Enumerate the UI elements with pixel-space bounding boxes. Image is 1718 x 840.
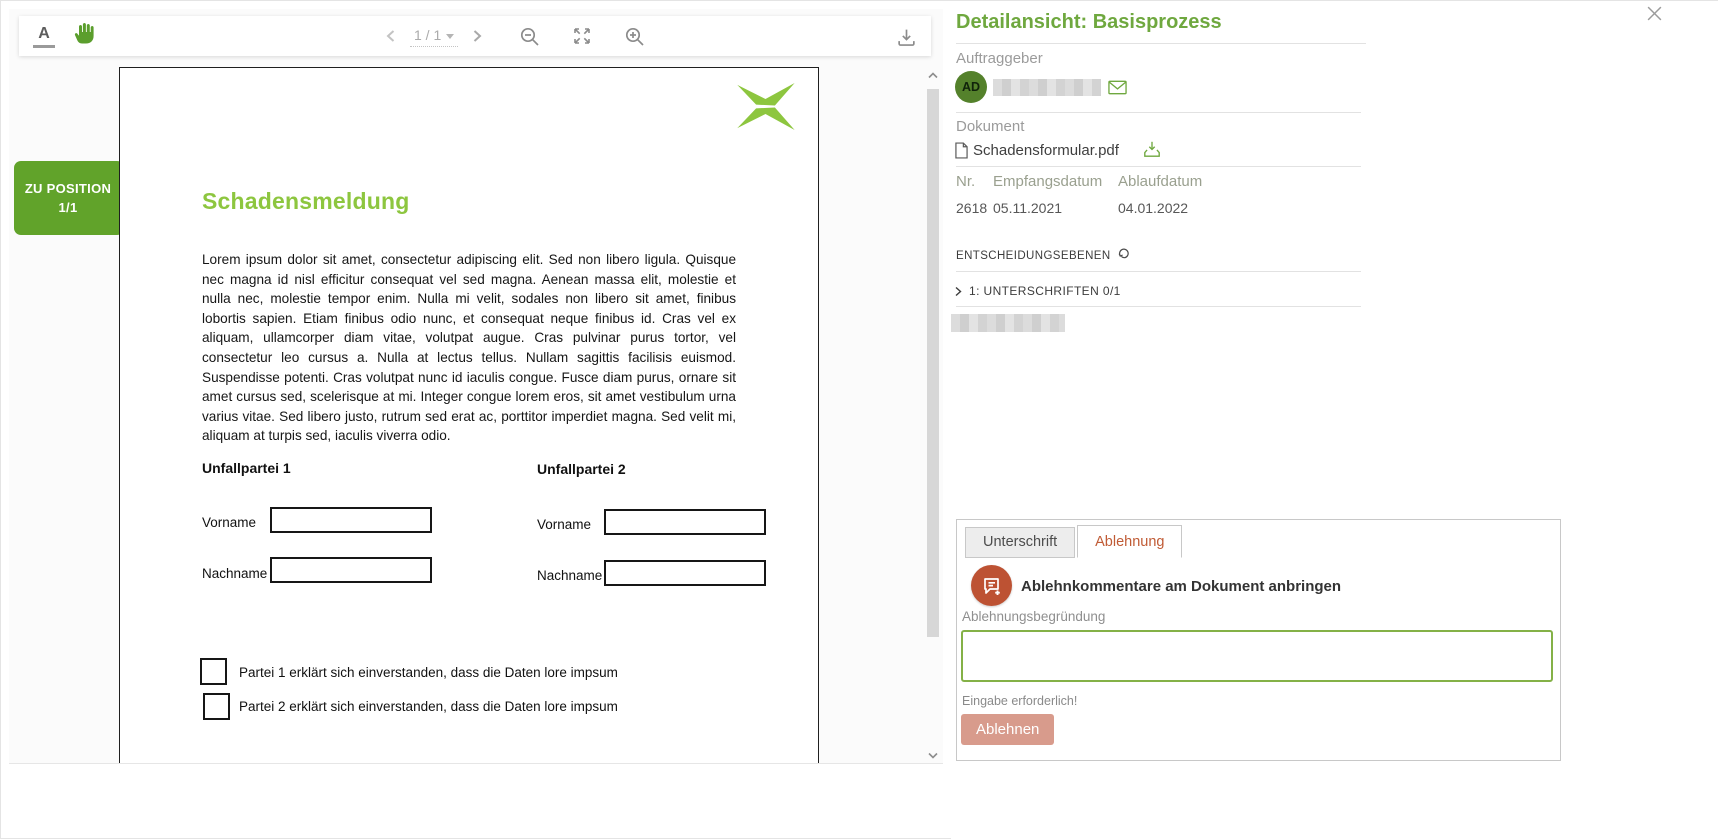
party1-heading: Unfallpartei 1 <box>202 460 291 476</box>
page-dropdown-caret-icon <box>446 34 454 39</box>
download-document-button[interactable] <box>895 26 917 48</box>
download-icon <box>896 27 917 48</box>
redacted-client-name <box>993 79 1101 96</box>
document-file-name: Schadensformular.pdf <box>973 142 1119 159</box>
scrollbar-thumb[interactable] <box>927 89 939 637</box>
scroll-down-button[interactable] <box>925 747 941 763</box>
document-body-text: Lorem ipsum dolor sit amet, consectetur … <box>202 250 736 446</box>
meta-value-expiry: 04.01.2022 <box>1118 200 1188 216</box>
divider <box>956 166 1361 167</box>
zoom-in-icon <box>624 26 645 47</box>
tab-strip: Unterschrift Ablehnung <box>965 525 1182 558</box>
text-tool-icon: A <box>38 25 50 43</box>
page-number-control[interactable]: 1 / 1 <box>410 25 458 47</box>
hand-icon <box>72 22 96 51</box>
app-window: A 1 / 1 <box>0 0 1718 839</box>
envelope-icon <box>1108 80 1127 95</box>
page-number-value: 1 / 1 <box>414 27 441 43</box>
tab-rejection[interactable]: Ablehnung <box>1077 525 1182 558</box>
expand-icon <box>572 26 592 46</box>
zoom-out-icon <box>519 26 540 47</box>
meta-header-expiry: Ablaufdatum <box>1118 173 1202 190</box>
viewer-toolbar: A 1 / 1 <box>19 16 931 56</box>
document-page: Schadensmeldung Lorem ipsum dolor sit am… <box>119 67 819 764</box>
avatar: AD <box>955 71 987 103</box>
panel-title: Detailansicht: Basisprozess <box>956 11 1366 44</box>
close-icon <box>1646 5 1663 22</box>
rejection-reason-label: Ablehnungsbegründung <box>962 609 1105 624</box>
attach-comments-label: Ablehnkommentare am Dokument anbringen <box>1021 578 1341 595</box>
refresh-loop-icon <box>1117 247 1132 260</box>
comment-plus-icon <box>980 574 1004 598</box>
party1-consent-label: Partei 1 erklärt sich einverstanden, das… <box>239 665 618 680</box>
reject-button[interactable]: Ablehnen <box>961 714 1054 745</box>
signatures-level-label: 1: UNTERSCHRIFTEN 0/1 <box>969 284 1121 298</box>
meta-header-nr: Nr. <box>956 173 975 190</box>
flag-label-line1: ZU POSITION <box>25 181 111 196</box>
scroll-up-button[interactable] <box>925 67 941 83</box>
viewer-scrollbar <box>925 67 941 763</box>
previous-page-button[interactable] <box>385 29 396 43</box>
close-button[interactable] <box>1646 5 1666 25</box>
party2-first-name-label: Vorname <box>537 517 591 532</box>
pdf-viewer: A 1 / 1 <box>9 9 943 764</box>
flag-label: ZU POSITION 1/1 <box>14 161 122 235</box>
company-logo-icon <box>735 83 796 130</box>
chevron-down-icon <box>928 752 938 759</box>
divider <box>956 306 1361 307</box>
party2-last-name-input[interactable] <box>604 560 766 586</box>
rejection-reason-textarea[interactable] <box>961 630 1553 682</box>
add-rejection-comment-button[interactable] <box>971 565 1012 606</box>
party2-heading: Unfallpartei 2 <box>537 461 626 477</box>
party1-first-name-input[interactable] <box>270 507 432 533</box>
meta-value-nr: 2618 <box>956 200 987 216</box>
decision-levels-label: ENTSCHEIDUNGSEBENEN <box>956 250 1111 262</box>
party1-consent-checkbox[interactable] <box>200 658 227 685</box>
pdf-file-icon <box>955 142 968 164</box>
next-page-button[interactable] <box>472 29 483 43</box>
reload-levels-button[interactable] <box>1117 247 1132 265</box>
party1-last-name-input[interactable] <box>270 557 432 583</box>
chevron-right-icon <box>954 286 963 297</box>
decision-levels-header: ENTSCHEIDUNGSEBENEN <box>956 247 1132 265</box>
divider <box>956 112 1361 113</box>
file-download-icon <box>1143 140 1161 158</box>
text-annotation-tool-button[interactable]: A <box>33 24 55 48</box>
zoom-in-button[interactable] <box>624 26 645 47</box>
party1-last-name-label: Nachname <box>202 566 267 581</box>
page-navigation: 1 / 1 <box>385 16 645 56</box>
decision-tab-panel: Unterschrift Ablehnung Ablehnkommentare … <box>956 519 1561 761</box>
validation-message: Eingabe erforderlich! <box>962 694 1077 708</box>
party1-first-name-label: Vorname <box>202 515 256 530</box>
zoom-out-button[interactable] <box>519 26 540 47</box>
redacted-signer-name <box>951 314 1065 332</box>
client-section-label: Auftraggeber <box>956 50 1043 67</box>
signatures-level-expander[interactable]: 1: UNTERSCHRIFTEN 0/1 <box>954 284 1121 298</box>
party2-consent-label: Partei 2 erklärt sich einverstanden, das… <box>239 699 618 714</box>
meta-header-received: Empfangsdatum <box>993 173 1102 190</box>
flag-label-line2: 1/1 <box>59 200 78 215</box>
document-section-label: Dokument <box>956 118 1024 135</box>
file-download-button[interactable] <box>1143 140 1161 163</box>
pan-tool-button[interactable] <box>71 23 97 49</box>
party2-first-name-input[interactable] <box>604 509 766 535</box>
fit-to-screen-button[interactable] <box>572 26 592 46</box>
party2-consent-checkbox[interactable] <box>203 693 230 720</box>
chevron-up-icon <box>928 72 938 79</box>
email-icon-button[interactable] <box>1108 80 1127 100</box>
meta-value-received: 05.11.2021 <box>993 200 1062 216</box>
document-heading: Schadensmeldung <box>202 188 409 215</box>
divider <box>956 271 1361 272</box>
detail-panel: Detailansicht: Basisprozess Auftraggeber… <box>951 1 1718 840</box>
tab-signature[interactable]: Unterschrift <box>965 527 1075 558</box>
party2-last-name-label: Nachname <box>537 568 602 583</box>
